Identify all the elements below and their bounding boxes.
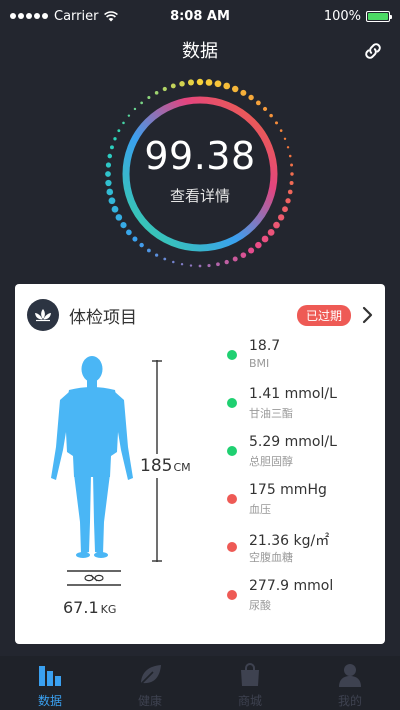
status-dot	[227, 446, 237, 456]
wifi-icon	[104, 10, 119, 21]
shopping-bag-icon	[241, 663, 259, 686]
height-unit: CM	[173, 461, 191, 474]
metric-label: 总胆固醇	[249, 455, 293, 468]
lotus-logo-icon	[27, 299, 59, 331]
metric-value: 21.36 kg/㎡	[249, 533, 330, 549]
health-score-value: 99.38	[144, 133, 256, 178]
battery-percent: 100%	[323, 8, 361, 24]
health-score-gauge: 99.38 查看详情	[100, 74, 300, 274]
chevron-right-icon[interactable]	[361, 306, 373, 324]
leaf-icon	[140, 665, 161, 685]
height-value: 185	[140, 456, 173, 476]
tab-label: 健康	[137, 694, 162, 708]
body-silhouette	[51, 356, 133, 558]
user-icon	[339, 664, 361, 687]
tab-health[interactable]: 健康	[100, 656, 200, 710]
metric-value: 1.41 mmol/L	[249, 386, 337, 402]
tab-shop[interactable]: 商城	[200, 656, 300, 710]
carrier-info: Carrier	[10, 8, 119, 24]
status-dot	[227, 590, 237, 600]
status-dot	[227, 542, 237, 552]
metric-item[interactable]: 175 mmHg 血压	[227, 482, 377, 522]
scale-icon	[67, 570, 121, 586]
status-dot	[227, 398, 237, 408]
status-badge: 已过期	[296, 304, 351, 326]
battery-icon	[366, 10, 392, 22]
metric-label: 甘油三酯	[249, 407, 293, 420]
tab-data[interactable]: 数据	[0, 656, 100, 710]
metric-value: 18.7	[249, 338, 281, 354]
status-bar: Carrier 8:08 AM 100%	[0, 0, 400, 32]
tab-bar: 数据 健康 商城 我的	[0, 656, 400, 710]
bar-chart-icon	[39, 666, 61, 686]
status-dot	[227, 494, 237, 504]
metric-item[interactable]: 5.29 mmol/L 总胆固醇	[227, 434, 377, 474]
card-title: 体检项目	[69, 307, 137, 328]
metric-label: 空腹血糖	[249, 551, 293, 564]
metric-value: 277.9 mmol	[249, 578, 334, 594]
tab-label: 我的	[337, 694, 362, 708]
score-display[interactable]: 99.38 查看详情	[100, 74, 300, 274]
nav-bar: 数据	[0, 32, 400, 68]
status-dot	[227, 350, 237, 360]
battery-info: 100%	[323, 8, 392, 24]
weight-value: 67.1	[63, 598, 99, 617]
metric-label: BMI	[249, 357, 270, 370]
page-title: 数据	[182, 41, 218, 62]
metric-value: 5.29 mmol/L	[249, 434, 337, 450]
link-icon[interactable]	[362, 40, 384, 62]
carrier-name: Carrier	[54, 8, 99, 24]
battery-level	[368, 12, 388, 20]
card-header[interactable]: 体检项目 已过期	[15, 284, 385, 346]
height-label: 185 CM	[140, 454, 191, 478]
signal-strength-icon	[10, 13, 48, 19]
metric-label: 尿酸	[249, 599, 271, 612]
weight-unit: KG	[100, 603, 117, 616]
tab-label: 商城	[237, 694, 262, 708]
tab-label: 数据	[37, 694, 62, 708]
weight-label: 67.1 KG	[63, 598, 116, 617]
tab-mine[interactable]: 我的	[300, 656, 400, 710]
view-details-link[interactable]: 查看详情	[170, 185, 230, 206]
metric-label: 血压	[249, 503, 271, 516]
metric-item[interactable]: 18.7 BMI	[227, 338, 377, 378]
metric-item[interactable]: 1.41 mmol/L 甘油三酯	[227, 386, 377, 426]
metric-value: 175 mmHg	[249, 482, 327, 498]
metric-item[interactable]: 21.36 kg/㎡ 空腹血糖	[227, 530, 377, 570]
metric-item[interactable]: 277.9 mmol 尿酸	[227, 578, 377, 618]
checkup-card[interactable]: 体检项目 已过期 185 CM 67.1 KG 18.7 BMI 1.41 mm…	[15, 284, 385, 644]
